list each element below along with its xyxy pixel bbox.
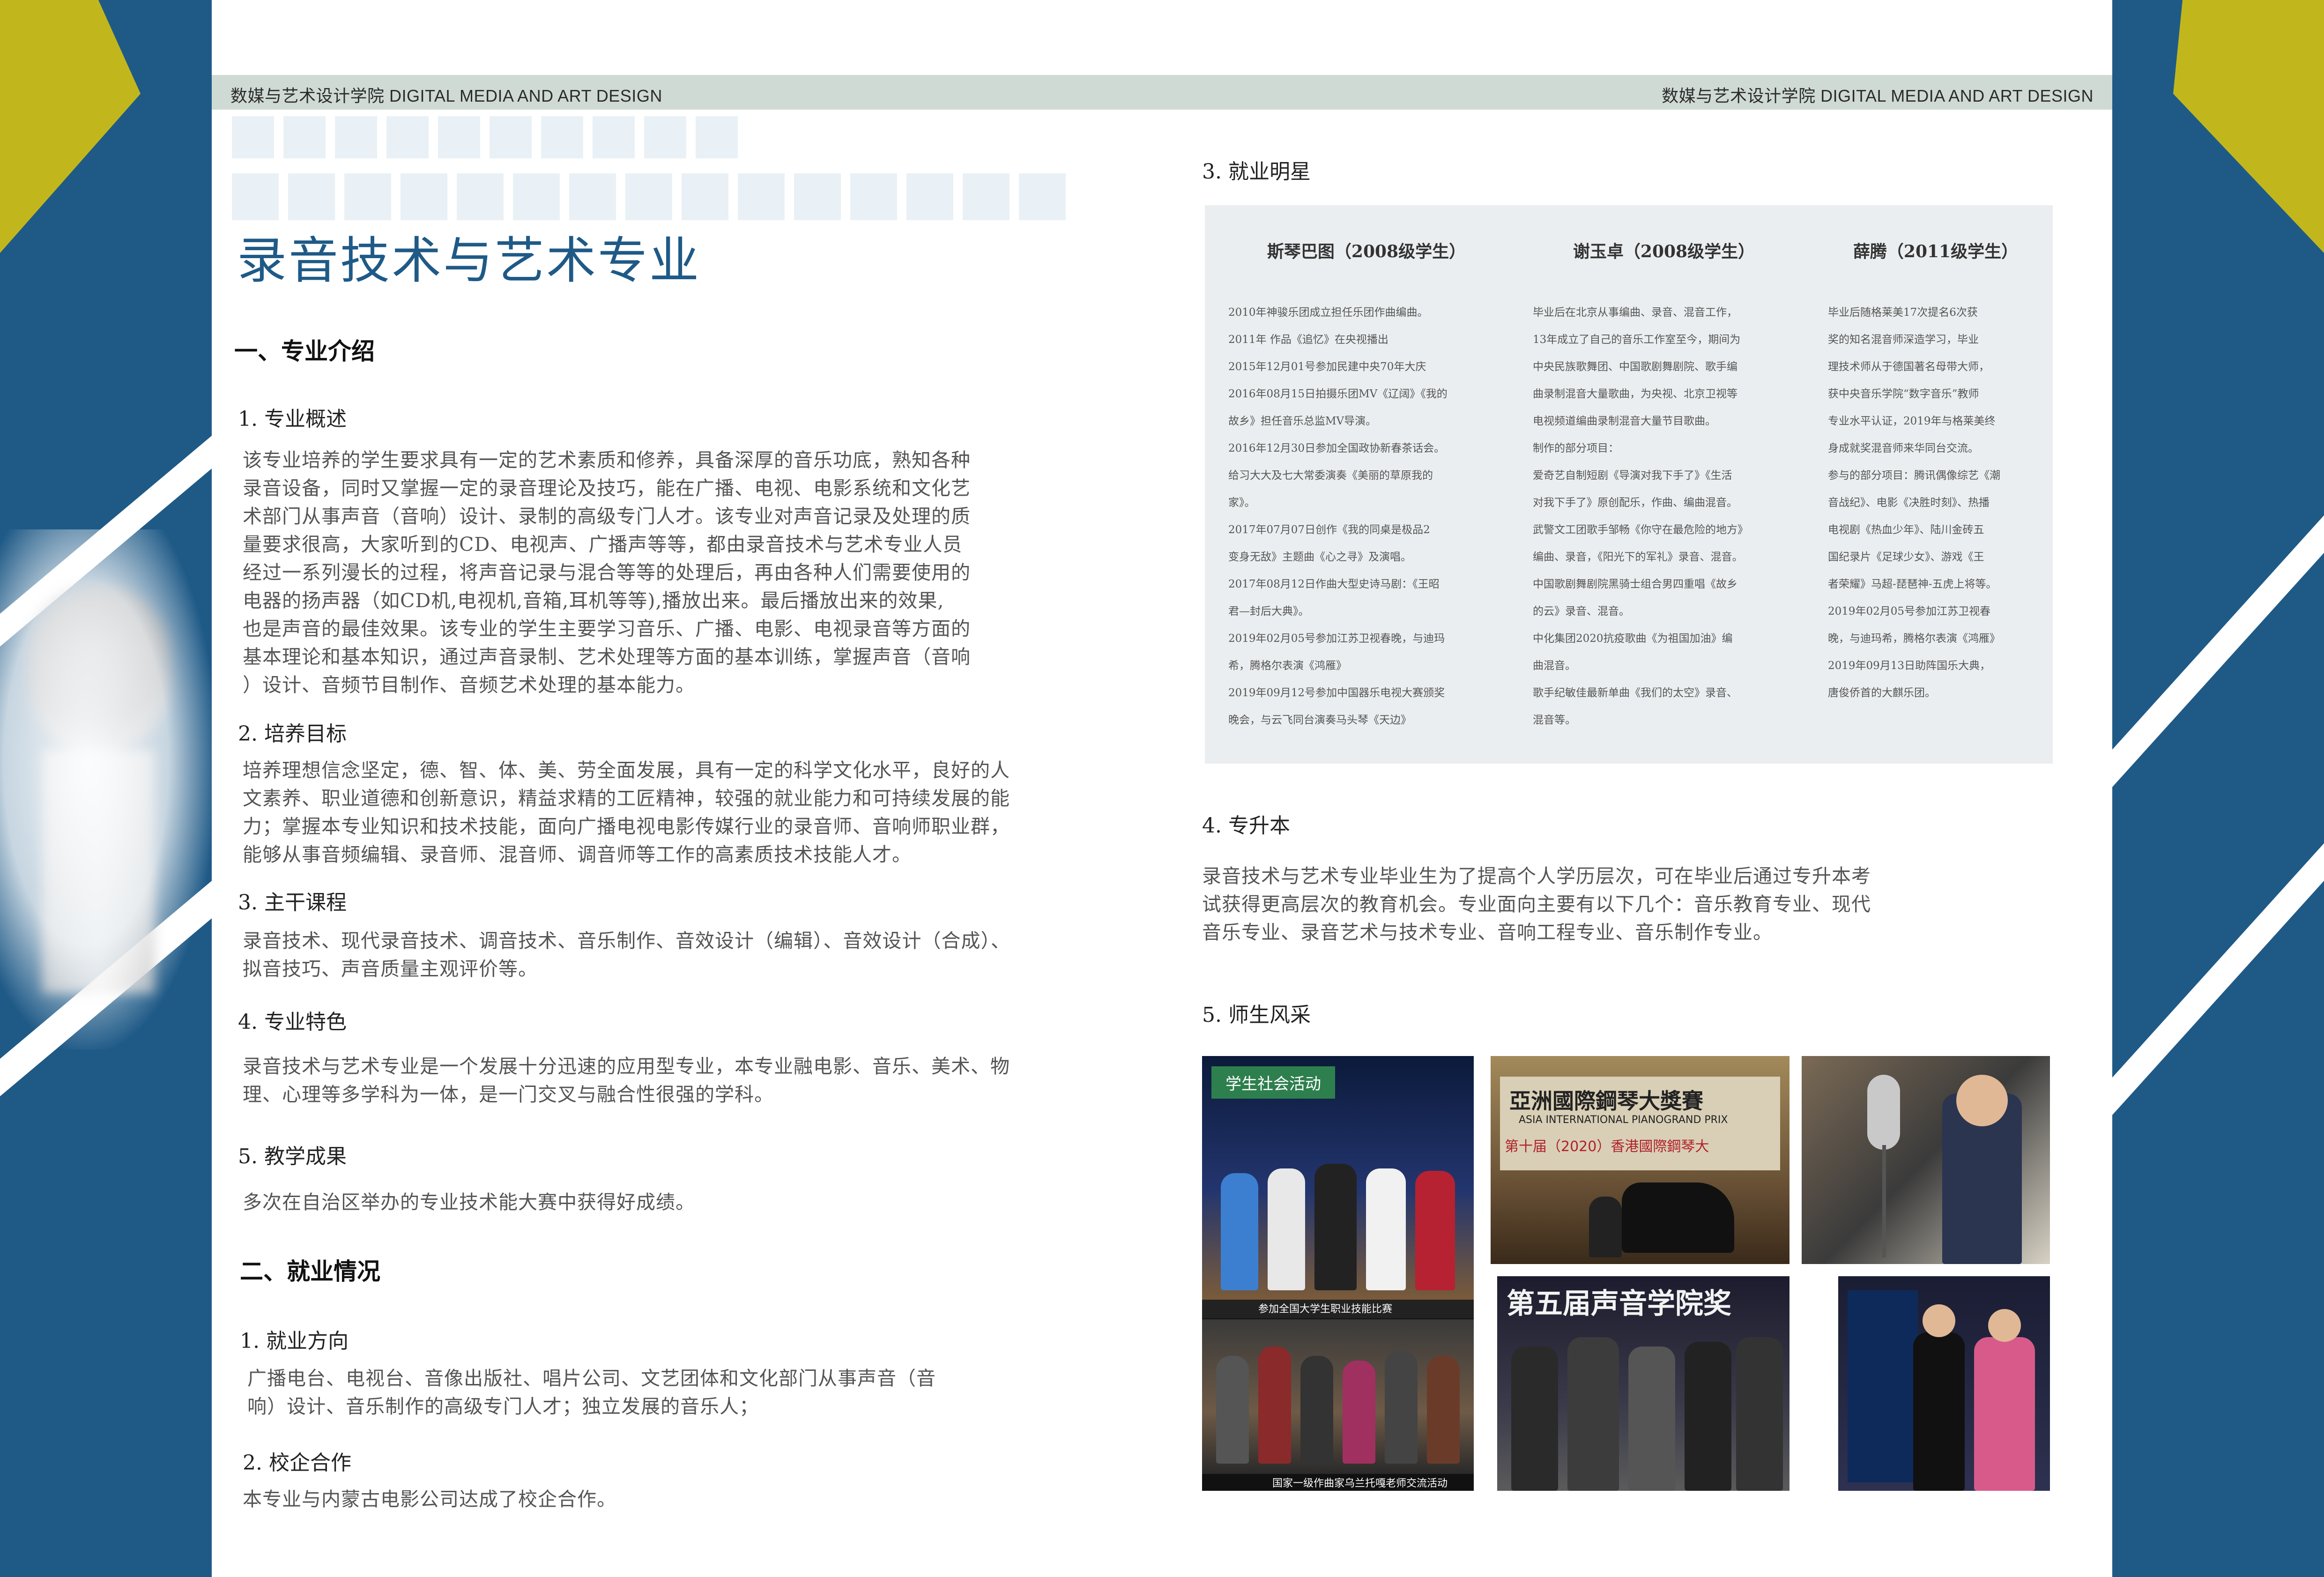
subheading-courses: 3. 主干课程	[238, 891, 347, 915]
left-yellow-triangle	[0, 0, 141, 253]
photo-banner-subtitle: 第十届（2020）香港國際鋼琴大	[1505, 1138, 1709, 1155]
star-column-2: 谢玉卓（2008级学生） 毕业后在北京从事编曲、录音、混音工作， 13年成立了自己…	[1533, 205, 1795, 764]
subheading-upgrade: 4. 专升本	[1202, 814, 1290, 838]
subheading-results: 5. 教学成果	[238, 1145, 347, 1168]
subheading-gallery: 5. 师生风采	[1202, 1003, 1311, 1027]
subheading-direction: 1. 就业方向	[240, 1329, 349, 1353]
right-side-band	[2112, 0, 2324, 1577]
page-title: 录音技术与艺术专业	[237, 232, 701, 290]
paragraph-goals: 培养理想信念坚定，德、智、体、美、劳全面发展，具有一定的科学文化水平，良好的人文…	[243, 759, 1010, 866]
paragraph-results: 多次在自治区举办的专业技术能大赛中获得好成绩。	[243, 1191, 695, 1213]
star-details-2: 毕业后在北京从事编曲、录音、混音工作， 13年成立了自己的音乐工作室至今，期间为 …	[1533, 306, 1748, 726]
subheading-features: 4. 专业特色	[238, 1010, 347, 1034]
microphone-image	[0, 529, 215, 1049]
subheading-goals: 2. 培养目标	[238, 722, 347, 746]
paragraph-features: 录音技术与艺术专业是一个发展十分迅速的应用型专业，本专业融电影、音乐、美术、物理…	[243, 1055, 1010, 1106]
star-name-3: 薛腾（2011级学生）	[1853, 242, 2019, 261]
paragraph-upgrade: 录音技术与艺术专业毕业生为了提高个人学历层次，可在毕业后通过专升本考 试获得更高层…	[1202, 865, 1871, 944]
star-details-1: 2010年神骏乐团成立担任乐团作曲编曲。 2011年 作品《追忆》在央视播出 20…	[1228, 306, 1448, 726]
photo-student-activity: 学生社会活动 参加全国大学生职业技能比赛 国家一级作曲家乌兰托嘎老师交流活动	[1202, 1056, 1474, 1491]
photo-banner-english: ASIA INTERNATIONAL PIANOGRAND PRIX	[1519, 1114, 1728, 1126]
photo-caption-1: 参加全国大学生职业技能比赛	[1258, 1303, 1393, 1315]
star-column-3: 薛腾（2011级学生） 毕业后随格莱美17次提名6次获 奖的知名混音师深造学习，毕…	[1828, 205, 2043, 764]
right-yellow-triangle	[2173, 0, 2324, 253]
paragraph-cooperation: 本专业与内蒙古电影公司达成了校企合作。	[243, 1488, 616, 1510]
right-white-stripe-1	[2112, 515, 2324, 787]
subheading-cooperation: 2. 校企合作	[243, 1451, 351, 1475]
star-details-3: 毕业后随格莱美17次提名6次获 奖的知名混音师深造学习，毕业 理技术师从于德国著名…	[1828, 306, 2000, 699]
microphone-fade-overlay	[0, 529, 215, 1049]
paragraph-overview: 该专业培养的学生要求具有一定的艺术素质和修养，具备深厚的音乐功底，熟知各种 录音设…	[243, 449, 971, 696]
header-right-text: 数媒与艺术设计学院 DIGITAL MEDIA AND ART DESIGN	[1662, 86, 2094, 105]
photo-tag: 学生社会活动	[1211, 1066, 1335, 1099]
ghost-watermark-row-2	[232, 173, 1066, 220]
ghost-watermark-row-1	[232, 116, 747, 158]
section-heading-intro: 一、专业介绍	[234, 338, 375, 365]
paragraph-courses: 录音技术、现代录音技术、调音技术、音乐制作、音效设计（编辑）、音效设计（合成）、…	[243, 930, 1010, 980]
subheading-overview: 1. 专业概述	[238, 407, 347, 431]
subheading-stars: 3. 就业明星	[1202, 160, 1311, 184]
header-left-text: 数媒与艺术设计学院 DIGITAL MEDIA AND ART DESIGN	[230, 86, 662, 105]
right-band-decoration	[2112, 0, 2324, 1115]
header-bar: 数媒与艺术设计学院 DIGITAL MEDIA AND ART DESIGN 数…	[212, 75, 2112, 110]
photo-award-banner: 第五届声音学院奖	[1507, 1287, 1731, 1320]
photo-award-winners	[1838, 1276, 2050, 1491]
photo-piano-competition: 亞洲國際鋼琴大獎賽 ASIA INTERNATIONAL PIANOGRAND …	[1491, 1056, 1789, 1264]
star-name-2: 谢玉卓（2008级学生）	[1573, 242, 1755, 261]
employment-stars-box: 斯琴巴图（2008级学生） 2010年神骏乐团成立担任乐团作曲编曲。 2011年 …	[1205, 205, 2053, 764]
section-heading-employment: 二、就业情况	[240, 1258, 380, 1285]
photo-caption-2: 国家一级作曲家乌兰托嘎老师交流活动	[1272, 1478, 1448, 1489]
star-column-1: 斯琴巴图（2008级学生） 2010年神骏乐团成立担任乐团作曲编曲。 2011年 …	[1228, 205, 1505, 764]
photo-recording-studio	[1802, 1056, 2050, 1264]
star-name-1: 斯琴巴图（2008级学生）	[1267, 242, 1466, 261]
paragraph-direction: 广播电台、电视台、音像出版社、唱片公司、文艺团体和文化部门从事声音（音 响）设计、…	[247, 1367, 936, 1418]
photo-sound-academy-award: 第五届声音学院奖	[1497, 1276, 1789, 1491]
photo-banner-title: 亞洲國際鋼琴大獎賽	[1509, 1088, 1703, 1114]
right-white-stripe-2	[2112, 843, 2324, 1115]
